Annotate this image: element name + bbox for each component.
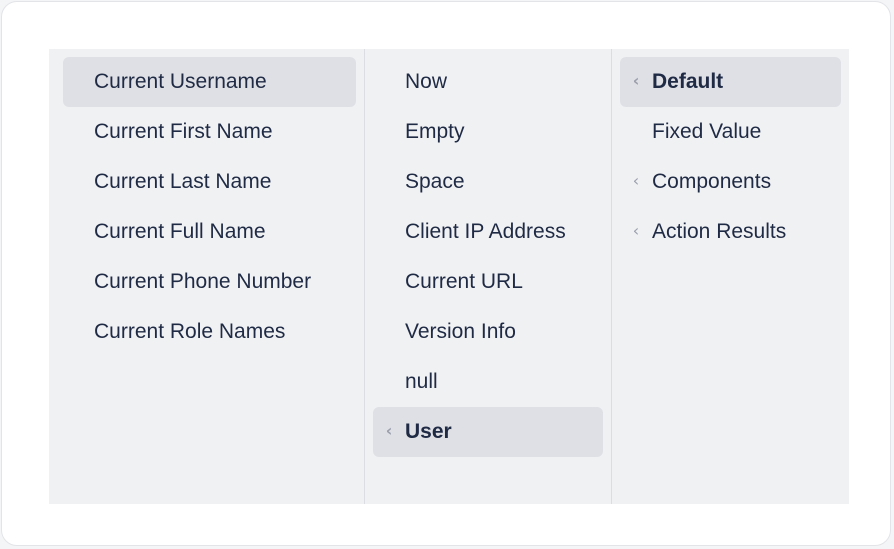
chevron-left-icon: ‹: [385, 421, 393, 440]
option-fixed-value[interactable]: Fixed Value: [620, 107, 841, 157]
option-current-last-name[interactable]: Current Last Name: [63, 157, 356, 207]
option-label: Current Username: [94, 70, 267, 93]
cascader-column-system-values: Now Empty Space Client IP Address Curren…: [365, 49, 612, 504]
option-current-phone-number[interactable]: Current Phone Number: [63, 257, 356, 307]
option-null[interactable]: null: [373, 357, 603, 407]
option-default[interactable]: ‹ Default: [620, 57, 841, 107]
cascader-column-sources: ‹ Default Fixed Value ‹ Components ‹ Act…: [612, 49, 849, 504]
option-label: Version Info: [405, 320, 516, 343]
option-label: Space: [405, 170, 465, 193]
cascader-column-user-fields: Current Username Current First Name Curr…: [49, 49, 365, 504]
option-label: Current Role Names: [94, 320, 286, 343]
chevron-left-icon: ‹: [632, 221, 640, 240]
option-label: Components: [652, 170, 772, 193]
option-label: Current Last Name: [94, 170, 272, 193]
option-empty[interactable]: Empty: [373, 107, 603, 157]
option-label: Fixed Value: [652, 120, 762, 143]
option-space[interactable]: Space: [373, 157, 603, 207]
option-version-info[interactable]: Version Info: [373, 307, 603, 357]
option-label: Default: [652, 70, 724, 93]
option-label: null: [405, 370, 438, 393]
option-label: Current Full Name: [94, 220, 266, 243]
option-now[interactable]: Now: [373, 57, 603, 107]
option-label: Current First Name: [94, 120, 273, 143]
option-client-ip-address[interactable]: Client IP Address: [373, 207, 603, 257]
option-label: Current URL: [405, 270, 523, 293]
option-label: Current Phone Number: [94, 270, 312, 293]
option-current-url[interactable]: Current URL: [373, 257, 603, 307]
option-current-full-name[interactable]: Current Full Name: [63, 207, 356, 257]
option-action-results[interactable]: ‹ Action Results: [620, 207, 841, 257]
option-label: Client IP Address: [405, 220, 566, 243]
option-label: Now: [405, 70, 448, 93]
option-current-username[interactable]: Current Username: [63, 57, 356, 107]
chevron-left-icon: ‹: [632, 71, 640, 90]
dialog-frame: Current Username Current First Name Curr…: [1, 1, 891, 546]
option-current-first-name[interactable]: Current First Name: [63, 107, 356, 157]
chevron-left-icon: ‹: [632, 171, 640, 190]
option-label: Empty: [405, 120, 465, 143]
option-label: Action Results: [652, 220, 787, 243]
option-current-role-names[interactable]: Current Role Names: [63, 307, 356, 357]
option-components[interactable]: ‹ Components: [620, 157, 841, 207]
option-user[interactable]: ‹ User: [373, 407, 603, 457]
option-label: User: [405, 420, 452, 443]
cascader-panel: Current Username Current First Name Curr…: [49, 49, 849, 504]
